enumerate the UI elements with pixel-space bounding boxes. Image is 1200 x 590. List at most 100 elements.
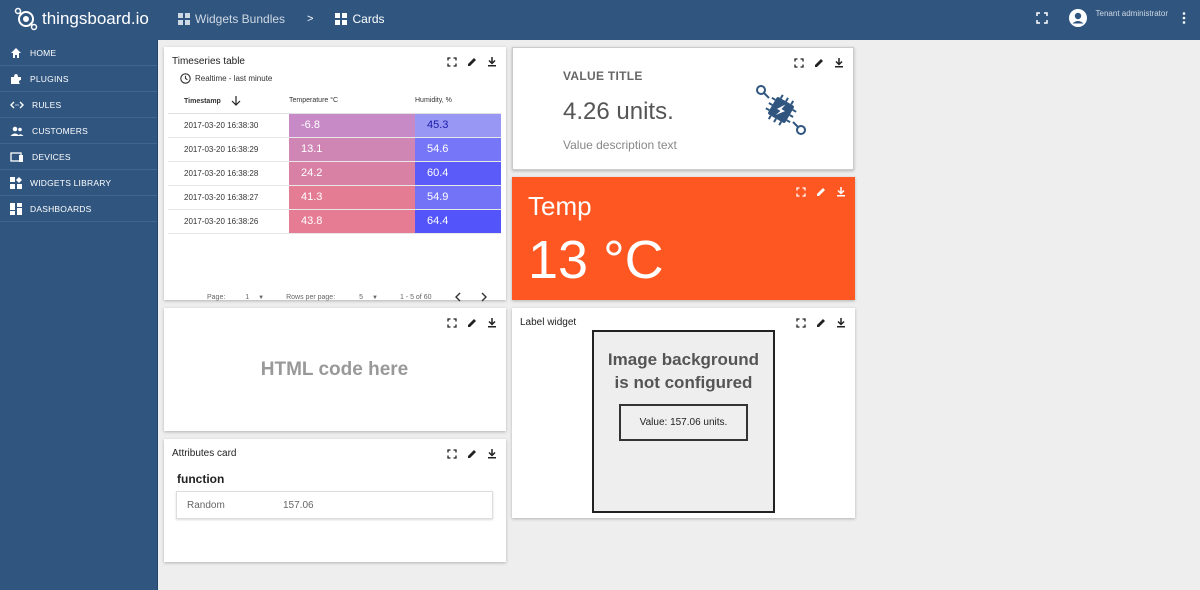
attribute-group-title: function (177, 472, 225, 486)
download-icon[interactable] (835, 317, 847, 329)
sidebar-item-label: DEVICES (32, 151, 71, 162)
cell-humidity: 64.4 (415, 209, 501, 234)
value-title: VALUE TITLE (563, 69, 643, 83)
widgets-icon (10, 176, 22, 189)
top-right-controls: Tenant administrator (1035, 8, 1190, 28)
top-bar: thingsboard.io Widgets Bundles > Cards T… (0, 0, 1200, 40)
download-icon[interactable] (486, 56, 498, 68)
table-row: 2017-03-20 16:38:26 43.8 64.4 (168, 209, 501, 234)
sidebar-item-label: DASHBOARDS (30, 203, 92, 214)
image-message: Image background is not configured (594, 348, 773, 394)
column-header-label: Timestamp (184, 97, 221, 105)
image-message-line: Image background (607, 350, 760, 369)
edit-icon[interactable] (466, 317, 478, 329)
cell-humidity: 54.6 (415, 137, 501, 162)
column-header-timestamp[interactable]: Timestamp (168, 89, 289, 114)
people-icon (10, 126, 24, 136)
grid-icon (335, 13, 348, 25)
avatar-icon[interactable] (1068, 8, 1088, 28)
temperature-card: Temp 13 °C (512, 177, 855, 300)
grid-icon (178, 13, 190, 25)
dropdown-arrow-icon: ▼ (372, 294, 378, 301)
image-placeholder: Image background is not configured Value… (592, 330, 775, 513)
sidebar-item-devices[interactable]: DEVICES (0, 144, 157, 170)
download-icon[interactable] (833, 57, 845, 69)
arrow-down-icon (231, 95, 241, 106)
column-header-humidity[interactable]: Humidity, % (415, 89, 501, 114)
pager-page-value: 1 (245, 293, 250, 301)
fullscreen-icon[interactable] (795, 317, 807, 329)
column-header-temperature[interactable]: Temperature °C (289, 89, 415, 114)
cell-humidity: 54.9 (415, 185, 501, 210)
timewindow[interactable]: Realtime - last minute (180, 73, 272, 84)
image-message-line: is not configured (614, 373, 753, 392)
breadcrumb-widgets-bundles[interactable]: Widgets Bundles (178, 12, 285, 26)
sidebar-item-label: HOME (30, 47, 57, 58)
fullscreen-icon[interactable] (795, 186, 807, 198)
cell-temperature: 24.2 (289, 161, 415, 186)
download-icon[interactable] (486, 448, 498, 460)
pager-range: 1 - 5 of 60 (399, 293, 432, 301)
sidebar: HOME PLUGINS RULES CUSTOMERS DEVICES WID… (0, 40, 158, 590)
sidebar-item-rules[interactable]: RULES (0, 92, 157, 118)
download-icon[interactable] (486, 317, 498, 329)
value-card: VALUE TITLE 4.26 units. Value descriptio… (512, 47, 854, 170)
breadcrumb: Widgets Bundles > Cards (178, 12, 385, 26)
sidebar-item-plugins[interactable]: PLUGINS (0, 66, 157, 92)
fullscreen-icon[interactable] (446, 448, 458, 460)
timeseries-table-card: Timeseries table Realtime - last minute … (164, 47, 506, 302)
app-name: thingsboard.io (42, 9, 149, 28)
fullscreen-icon[interactable] (1035, 12, 1048, 24)
edit-icon[interactable] (466, 56, 478, 68)
cell-timestamp: 2017-03-20 16:38:30 (168, 113, 289, 138)
value-main: 4.26 units. (563, 98, 674, 125)
card-tools (793, 57, 845, 69)
sidebar-item-home[interactable]: HOME (0, 40, 157, 66)
pager-rows-select[interactable]: 5 ▼ (359, 294, 382, 301)
edit-icon[interactable] (815, 317, 827, 329)
sidebar-item-widgets-library[interactable]: WIDGETS LIBRARY (0, 170, 157, 196)
fullscreen-icon[interactable] (446, 56, 458, 68)
chevron-left-icon[interactable] (453, 292, 463, 302)
more-vert-icon[interactable] (1178, 11, 1190, 25)
html-card: HTML code here (164, 308, 506, 431)
puzzle-icon (11, 73, 21, 84)
edit-icon[interactable] (815, 186, 827, 198)
card-tools (446, 56, 498, 68)
table-header-row: Timestamp Temperature °C Humidity, % (168, 89, 501, 114)
label-value: Value: 157.06 units. (619, 404, 748, 441)
label-widget-card: Label widget Image background is not con… (512, 308, 855, 518)
download-icon[interactable] (835, 186, 847, 198)
breadcrumb-cards[interactable]: Cards (335, 12, 385, 26)
cell-temperature: 43.8 (289, 209, 415, 234)
attribute-row: Random 157.06 (176, 491, 493, 519)
temperature-title: Temp (528, 191, 592, 221)
breadcrumb-label: Cards (352, 12, 385, 26)
edit-icon[interactable] (466, 448, 478, 460)
fullscreen-icon[interactable] (446, 317, 458, 329)
value-description: Value description text (563, 138, 677, 152)
sidebar-item-dashboards[interactable]: DASHBOARDS (0, 196, 157, 222)
cell-humidity: 60.4 (415, 161, 501, 186)
card-title: Attributes card (172, 448, 237, 459)
fullscreen-icon[interactable] (793, 57, 805, 69)
cell-timestamp: 2017-03-20 16:38:28 (168, 161, 289, 186)
cell-timestamp: 2017-03-20 16:38:26 (168, 209, 289, 234)
chevron-right-icon[interactable] (479, 292, 489, 302)
clock-icon (180, 73, 191, 84)
pager-rows-value: 5 (359, 293, 364, 301)
cell-temperature: 13.1 (289, 137, 415, 162)
breadcrumb-separator: > (307, 13, 314, 25)
sidebar-item-label: WIDGETS LIBRARY (30, 177, 112, 188)
card-title: Label widget (520, 317, 577, 328)
logo[interactable]: thingsboard.io (14, 7, 149, 31)
cell-temperature: 41.3 (289, 185, 415, 210)
sidebar-item-customers[interactable]: CUSTOMERS (0, 118, 157, 144)
edit-icon[interactable] (813, 57, 825, 69)
pager-page-select[interactable]: 1 ▼ (245, 294, 268, 301)
sidebar-item-label: RULES (32, 99, 62, 110)
attribute-value: 157.06 (283, 499, 314, 511)
cell-timestamp: 2017-03-20 16:38:29 (168, 137, 289, 162)
cell-temperature: -6.8 (289, 113, 415, 138)
card-tools (446, 317, 498, 329)
